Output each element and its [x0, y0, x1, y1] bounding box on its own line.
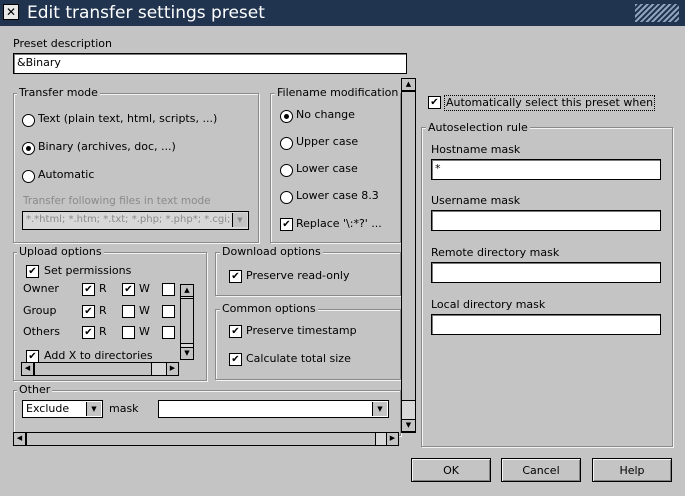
owner-w-checkbox[interactable]: ✔ [122, 283, 135, 296]
text-mode-files-combo[interactable]: *.*html; *.htm; *.txt; *.php; *.php*; *.… [22, 211, 249, 230]
help-button[interactable]: Help [592, 458, 672, 482]
group-label: Group [23, 304, 57, 317]
others-r-label: R [99, 325, 107, 338]
scroll-up-icon[interactable]: ▲ [180, 284, 194, 297]
group-x-checkbox[interactable] [162, 305, 175, 318]
preserve-readonly-checkbox[interactable]: ✔ [229, 270, 242, 283]
owner-label: Owner [23, 282, 59, 295]
exclude-value: Exclude [26, 402, 70, 415]
lower-case-radio[interactable] [280, 164, 293, 177]
autoselect-label: Automatically select this preset when [444, 95, 656, 111]
other-label: Other [17, 383, 53, 396]
local-directory-mask-label: Local directory mask [431, 298, 546, 311]
scroll-left-icon[interactable]: ◀ [13, 432, 26, 446]
scroll-left-icon[interactable]: ◀ [21, 362, 34, 376]
cancel-button[interactable]: Cancel [501, 458, 581, 482]
scroll-right-icon[interactable]: ▶ [386, 432, 399, 446]
others-w-checkbox[interactable] [122, 326, 135, 339]
others-w-label: W [139, 325, 150, 338]
lower-case-83-radio[interactable] [280, 191, 293, 204]
transfer-mode-label: Transfer mode [17, 86, 100, 99]
titlebar-grip-icon [635, 4, 679, 22]
upload-options-label: Upload options [17, 245, 104, 258]
owner-r-label: R [99, 282, 107, 295]
filename-modification-label: Filename modification [275, 86, 401, 99]
upper-case-label: Upper case [296, 135, 359, 148]
hostname-mask-label: Hostname mask [431, 143, 521, 156]
lower-case-label: Lower case [296, 162, 358, 175]
page-vscroll-thumb[interactable] [401, 91, 416, 401]
text-mode-files-value: *.*html; *.htm; *.txt; *.php; *.php*; *.… [26, 214, 231, 225]
owner-w-label: W [139, 282, 150, 295]
no-change-radio[interactable] [280, 110, 293, 123]
upload-scroll-thumb[interactable] [180, 298, 194, 344]
upload-hscroll-thumb[interactable] [34, 362, 152, 376]
automatic-mode-label: Automatic [38, 168, 95, 181]
window-title: Edit transfer settings preset [27, 3, 265, 23]
common-options-label: Common options [220, 302, 318, 315]
replace-label: Replace '\:*?' ... [296, 217, 382, 230]
group-w-label: W [139, 304, 150, 317]
text-mode-radio[interactable] [22, 114, 35, 127]
binary-mode-radio[interactable] [22, 142, 35, 155]
others-r-checkbox[interactable]: ✔ [82, 326, 95, 339]
replace-checkbox[interactable]: ✔ [280, 218, 293, 231]
username-mask-input[interactable] [431, 210, 661, 231]
autoselection-rule-label: Autoselection rule [426, 121, 530, 134]
group-w-checkbox[interactable] [122, 305, 135, 318]
download-options-label: Download options [220, 245, 323, 258]
hostname-mask-input[interactable]: * [431, 159, 661, 180]
set-permissions-label: Set permissions [44, 264, 132, 277]
mask-combo[interactable]: ▼ [158, 400, 389, 418]
title-bar: ✕ Edit transfer settings preset [0, 0, 685, 26]
lower-case-83-label: Lower case 8.3 [296, 189, 379, 202]
scroll-up-icon[interactable]: ▲ [401, 78, 416, 91]
mask-label: mask [109, 402, 139, 415]
chevron-down-icon[interactable]: ▼ [232, 213, 247, 227]
chevron-down-icon[interactable]: ▼ [86, 402, 101, 416]
binary-mode-label: Binary (archives, doc, ...) [38, 140, 176, 153]
local-directory-mask-input[interactable] [431, 314, 661, 335]
calculate-total-checkbox[interactable]: ✔ [229, 353, 242, 366]
text-mode-label: Text (plain text, html, scripts, ...) [38, 112, 218, 125]
chevron-down-icon[interactable]: ▼ [372, 402, 387, 416]
scroll-right-icon[interactable]: ▶ [166, 362, 179, 376]
group-r-checkbox[interactable]: ✔ [82, 305, 95, 318]
preset-description-input[interactable]: &Binary [13, 53, 407, 74]
autoselect-checkbox[interactable]: ✔ [428, 96, 441, 109]
add-x-label: Add X to directories [44, 349, 153, 362]
exclude-combo[interactable]: Exclude ▼ [22, 400, 103, 418]
owner-r-checkbox[interactable]: ✔ [82, 283, 95, 296]
preserve-timestamp-label: Preserve timestamp [246, 324, 357, 337]
scroll-down-icon[interactable]: ▼ [401, 419, 416, 432]
preserve-timestamp-checkbox[interactable]: ✔ [229, 325, 242, 338]
owner-x-checkbox[interactable] [162, 283, 175, 296]
ok-button[interactable]: OK [411, 458, 491, 482]
close-icon[interactable]: ✕ [3, 4, 19, 20]
text-mode-files-label: Transfer following files in text mode [23, 195, 211, 207]
page-hscroll-thumb[interactable] [26, 432, 376, 446]
calculate-total-label: Calculate total size [246, 352, 351, 365]
preserve-readonly-label: Preserve read-only [246, 269, 350, 282]
remote-directory-mask-label: Remote directory mask [431, 246, 560, 259]
common-options-group [215, 309, 401, 380]
username-mask-label: Username mask [431, 194, 521, 207]
set-permissions-checkbox[interactable]: ✔ [26, 265, 39, 278]
remote-directory-mask-input[interactable] [431, 262, 661, 283]
no-change-label: No change [296, 108, 355, 121]
automatic-mode-radio[interactable] [22, 170, 35, 183]
others-x-checkbox[interactable] [162, 326, 175, 339]
group-r-label: R [99, 304, 107, 317]
preset-description-label: Preset description [13, 37, 112, 50]
upper-case-radio[interactable] [280, 137, 293, 150]
scroll-down-icon[interactable]: ▼ [180, 347, 194, 360]
others-label: Others [23, 325, 60, 338]
